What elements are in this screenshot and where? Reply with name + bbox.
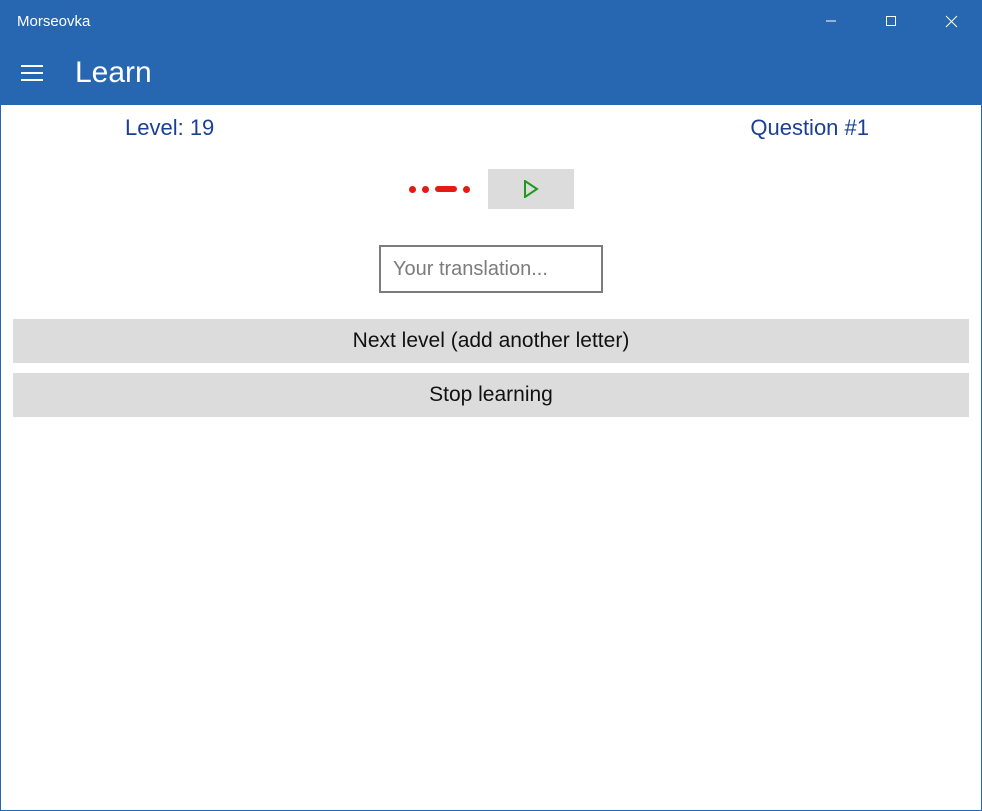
minimize-button[interactable] <box>801 1 861 41</box>
window-title: Morseovka <box>17 13 90 30</box>
info-row: Level: 19 Question #1 <box>13 115 969 141</box>
app-header: Learn <box>1 41 981 105</box>
morse-dash-icon <box>435 186 457 192</box>
hamburger-icon <box>21 65 43 67</box>
minimize-icon <box>825 15 837 27</box>
hamburger-menu-button[interactable] <box>21 61 45 85</box>
maximize-button[interactable] <box>861 1 921 41</box>
main-content: Level: 19 Question #1 Next level (add an… <box>1 105 981 417</box>
question-label: Question #1 <box>750 115 869 141</box>
stop-learning-button[interactable]: Stop learning <box>13 373 969 417</box>
close-icon <box>945 15 958 28</box>
button-stack: Next level (add another letter) Stop lea… <box>13 319 969 417</box>
hamburger-icon <box>21 72 43 74</box>
morse-dot-icon <box>422 186 429 193</box>
close-button[interactable] <box>921 1 981 41</box>
translation-input[interactable] <box>379 245 603 293</box>
input-wrap <box>13 245 969 293</box>
window-titlebar: Morseovka <box>1 1 981 41</box>
morse-code-display <box>409 179 470 199</box>
morse-dot-icon <box>409 186 416 193</box>
next-level-button[interactable]: Next level (add another letter) <box>13 319 969 363</box>
play-icon <box>523 180 539 198</box>
page-title: Learn <box>75 56 152 90</box>
play-button[interactable] <box>488 169 574 209</box>
morse-dot-icon <box>463 186 470 193</box>
level-label: Level: 19 <box>125 115 214 141</box>
maximize-icon <box>885 15 897 27</box>
hamburger-icon <box>21 79 43 81</box>
window-controls <box>801 1 981 41</box>
morse-row <box>13 169 969 209</box>
